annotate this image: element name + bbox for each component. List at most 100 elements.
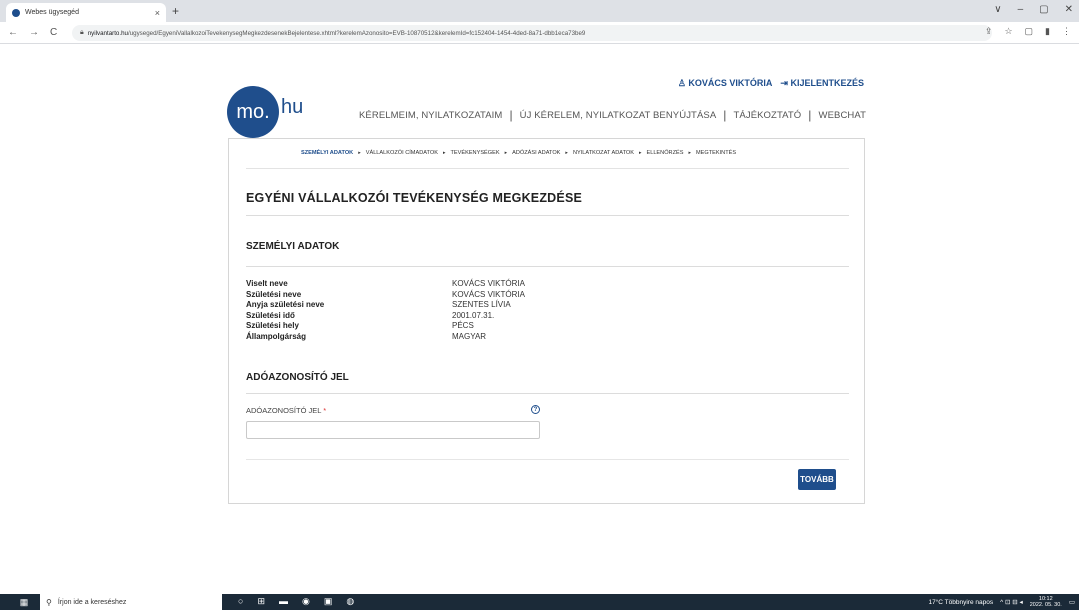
- forward-icon[interactable]: →: [29, 27, 39, 38]
- divider: [246, 459, 849, 460]
- divider: [246, 393, 849, 394]
- url-host: nyilvantarto.hu: [87, 29, 128, 37]
- file-explorer-icon[interactable]: ▬: [279, 596, 288, 607]
- site-logo[interactable]: mo. hu: [227, 86, 303, 138]
- divider: [246, 168, 849, 169]
- step-check: ELLENŐRZÉS: [646, 150, 684, 156]
- store-icon[interactable]: ▣: [324, 596, 333, 607]
- window-controls: ∨ – ▢ ✕: [994, 4, 1073, 15]
- data-value: 2001.07.31.: [452, 310, 495, 320]
- tax-id-input[interactable]: [246, 421, 540, 439]
- browser-toolbar-icons: ⇪ ☆ ▢ ▮ ⋮: [985, 26, 1071, 37]
- nav-my-requests[interactable]: KÉRELMEIM, NYILATKOZATAIM: [359, 110, 502, 121]
- tab-title: Webes ügysegéd: [25, 9, 79, 16]
- next-button[interactable]: TOVÁBB: [798, 469, 836, 490]
- chrome-icon[interactable]: ◍: [346, 596, 354, 607]
- nav-separator: |: [723, 108, 727, 122]
- nav-info[interactable]: TÁJÉKOZTATÓ: [734, 110, 802, 121]
- logout-link[interactable]: ⇥ KIJELENTKEZÉS: [780, 78, 864, 89]
- step-arrow-icon: ▸: [442, 150, 446, 156]
- nav-new-request[interactable]: ÚJ KÉRELEM, NYILATKOZAT BENYÚJTÁSA: [520, 110, 717, 121]
- data-row: Születési idő 2001.07.31.: [246, 311, 525, 322]
- step-arrow-icon: ▸: [638, 150, 642, 156]
- taskbar-search-input[interactable]: ⚲ Írjon ide a kereséshez: [40, 594, 222, 610]
- weather-widget[interactable]: 17°C Többnyire napos: [928, 599, 993, 606]
- help-icon[interactable]: ?: [531, 405, 540, 414]
- form-card: SZEMÉLYI ADATOK ▸ VÁLLALKOZÓI CÍMADATOK …: [228, 138, 865, 504]
- system-tray: 17°C Többnyire napos ^ ⊡ ⊟ ◂ 10:12 2022.…: [928, 596, 1075, 608]
- data-row: Állampolgárság MAGYAR: [246, 332, 525, 343]
- menu-icon[interactable]: ⋮: [1062, 26, 1071, 37]
- divider: [246, 215, 849, 216]
- taskbar: ▦ ⚲ Írjon ide a kereséshez ○ ⊞ ▬ ◉ ▣ ◍ 1…: [0, 594, 1079, 610]
- data-label: Születési idő: [246, 310, 295, 320]
- logout-icon: ⇥: [780, 78, 788, 88]
- step-arrow-icon: ▸: [504, 150, 508, 156]
- close-tab-icon[interactable]: ×: [155, 8, 160, 18]
- step-preview: MEGTEKINTÉS: [696, 150, 737, 156]
- data-row: Születési hely PÉCS: [246, 321, 525, 332]
- step-arrow-icon: ▸: [358, 150, 361, 156]
- url-path: /ugyseged/EgyeniVallalkozoiTevekenysegMe…: [127, 29, 586, 37]
- clock[interactable]: 10:12 2022. 05. 30.: [1030, 596, 1062, 608]
- edge-icon[interactable]: ◉: [302, 596, 310, 607]
- nav-webchat[interactable]: WEBCHAT: [819, 110, 867, 121]
- data-value: PÉCS: [452, 321, 474, 330]
- step-activities: TEVÉKENYSÉGEK: [450, 150, 500, 156]
- browser-tab-bar: Webes ügysegéd × + ∨ – ▢ ✕: [0, 0, 1079, 22]
- share-icon[interactable]: ⇪: [985, 26, 993, 37]
- logo-circle: mo.: [227, 86, 279, 138]
- wizard-steps: SZEMÉLYI ADATOK ▸ VÁLLALKOZÓI CÍMADATOK …: [301, 150, 736, 156]
- data-row: Anyja születési neve SZENTES LÍVIA: [246, 300, 525, 311]
- task-view-icon[interactable]: ⊞: [257, 596, 265, 607]
- section-title-tax: ADÓAZONOSÍTÓ JEL: [246, 372, 349, 383]
- lock-icon: 🔒︎: [80, 29, 84, 36]
- user-area: ♙ KOVÁCS VIKTÓRIA ⇥ KIJELENTKEZÉS: [678, 78, 864, 89]
- data-label: Anyja születési neve: [246, 300, 325, 309]
- data-label: Születési hely: [246, 321, 299, 330]
- profile-icon[interactable]: ▮: [1045, 26, 1050, 37]
- data-value: SZENTES LÍVIA: [452, 300, 511, 309]
- close-window-icon[interactable]: ✕: [1065, 4, 1073, 15]
- tax-id-label-text: ADÓAZONOSÍTÓ JEL: [246, 406, 322, 415]
- tab-search-icon[interactable]: ∨: [994, 4, 1001, 15]
- user-icon: ♙: [677, 78, 686, 88]
- step-address-data: VÁLLALKOZÓI CÍMADATOK: [365, 150, 438, 156]
- favicon-icon: [12, 8, 20, 17]
- address-bar-row: ← → C 🔒︎ nyilvantarto.hu/ugyseged/Egyeni…: [0, 22, 1079, 44]
- new-tab-button[interactable]: +: [172, 4, 179, 18]
- data-value: KOVÁCS VIKTÓRIA: [452, 279, 525, 288]
- step-declaration-data: NYILATKOZAT ADATOK: [572, 150, 634, 156]
- data-row: Viselt neve KOVÁCS VIKTÓRIA: [246, 279, 525, 290]
- step-arrow-icon: ▸: [565, 150, 568, 156]
- data-label: Állampolgárság: [246, 331, 307, 341]
- sidebar-icon[interactable]: ▢: [1025, 26, 1034, 37]
- browser-tab[interactable]: Webes ügysegéd ×: [6, 3, 166, 22]
- nav-separator: |: [509, 108, 513, 122]
- reload-icon[interactable]: C: [50, 27, 57, 38]
- notification-icon[interactable]: ▭: [1069, 598, 1075, 606]
- windows-start-icon[interactable]: ▦: [16, 594, 32, 610]
- search-icon: ⚲: [46, 597, 52, 607]
- personal-data-list: Viselt neve KOVÁCS VIKTÓRIA Születési ne…: [246, 279, 525, 342]
- maximize-icon[interactable]: ▢: [1039, 4, 1048, 15]
- user-link[interactable]: ♙ KOVÁCS VIKTÓRIA: [678, 78, 773, 89]
- url-input[interactable]: 🔒︎ nyilvantarto.hu/ugyseged/EgyeniVallal…: [72, 25, 992, 41]
- data-label: Születési neve: [246, 289, 302, 299]
- step-tax-data: ADÓZÁSI ADATOK: [512, 150, 561, 156]
- tray-icons[interactable]: ^ ⊡ ⊟ ◂: [1000, 598, 1023, 606]
- user-name: KOVÁCS VIKTÓRIA: [688, 78, 773, 88]
- navigation-buttons: ← → C: [0, 27, 57, 38]
- data-value: KOVÁCS VIKTÓRIA: [452, 289, 525, 299]
- data-value: MAGYAR: [452, 331, 487, 341]
- logout-label: KIJELENTKEZÉS: [790, 78, 864, 88]
- page-title: EGYÉNI VÁLLALKOZÓI TEVÉKENYSÉG MEGKEZDÉS…: [246, 191, 583, 205]
- step-personal-data[interactable]: SZEMÉLYI ADATOK: [301, 150, 353, 156]
- cortana-icon[interactable]: ○: [238, 596, 243, 607]
- minimize-icon[interactable]: –: [1018, 4, 1024, 15]
- data-row: Születési neve KOVÁCS VIKTÓRIA: [246, 290, 525, 301]
- bookmark-star-icon[interactable]: ☆: [1004, 26, 1012, 37]
- nav-separator: |: [808, 108, 812, 122]
- logo-suffix: hu: [281, 95, 304, 118]
- back-icon[interactable]: ←: [8, 27, 18, 38]
